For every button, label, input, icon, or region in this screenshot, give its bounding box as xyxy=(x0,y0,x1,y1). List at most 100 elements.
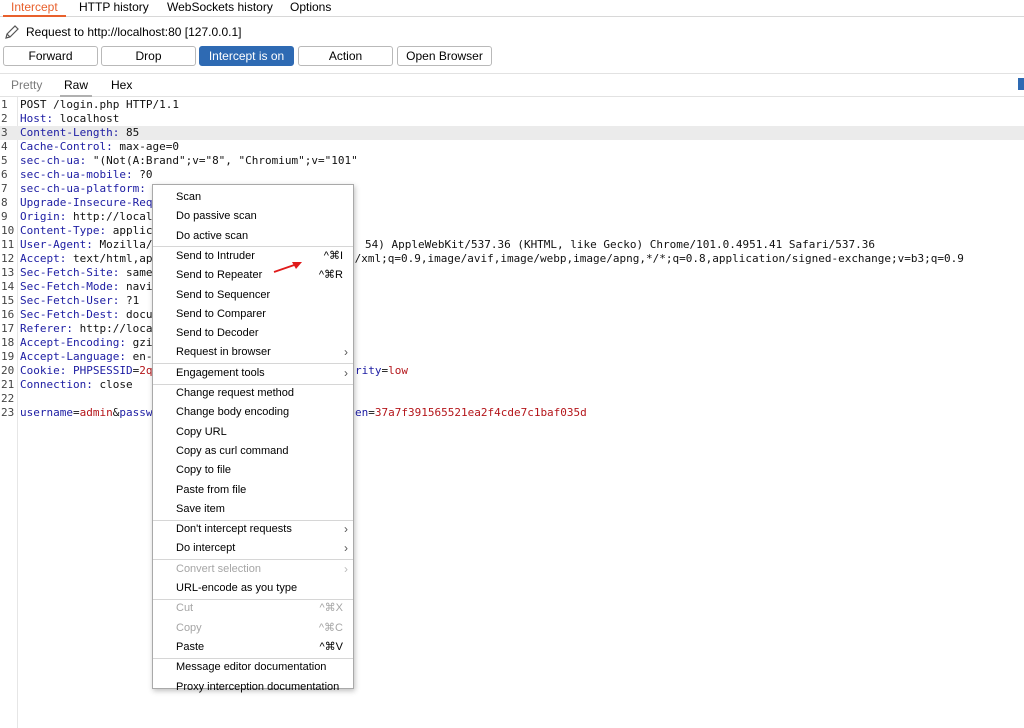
menu-item-change-body-encoding[interactable]: Change body encoding xyxy=(153,403,353,422)
header-name: Accept-Language: xyxy=(20,350,126,363)
menu-item-send-to-sequencer[interactable]: Send to Sequencer xyxy=(153,286,353,305)
header-value: http://loca xyxy=(72,322,153,335)
cookie-value: 2q xyxy=(139,364,153,377)
line-code: Content-Type: applic xyxy=(20,224,152,238)
tab-http-history[interactable]: HTTP history xyxy=(79,0,149,16)
menu-item-change-request-method[interactable]: Change request method xyxy=(153,384,353,403)
tab-hex[interactable]: Hex xyxy=(111,74,132,96)
request-line: 1 POST /login.php HTTP/1.1 xyxy=(0,98,1024,112)
header-name: Sec-Fetch-Dest: xyxy=(20,308,120,321)
menu-item-send-to-intruder[interactable]: Send to Intruder ^⌘I xyxy=(153,247,353,266)
menu-item-label: Do intercept xyxy=(176,542,236,555)
menu-item-request-in-browser[interactable]: Request in browser › xyxy=(153,343,353,362)
menu-item-label: Request in browser xyxy=(176,346,271,359)
header-name: sec-ch-ua: xyxy=(20,154,87,167)
body-equals: = xyxy=(368,406,375,419)
header-value: POST /login.php HTTP/1.1 xyxy=(20,98,179,111)
forward-button[interactable]: Forward xyxy=(3,46,98,66)
line-number: 8 xyxy=(1,196,8,209)
header-name: Referer: xyxy=(20,322,73,335)
menu-item-shortcut: ^⌘R xyxy=(318,269,343,282)
action-button[interactable]: Action xyxy=(298,46,393,66)
header-name: Accept: xyxy=(20,252,67,265)
menu-item-shortcut: ^⌘X xyxy=(319,602,344,615)
menu-item-save-item[interactable]: Save item xyxy=(153,500,353,519)
tab-options[interactable]: Options xyxy=(290,0,331,16)
header-value: same xyxy=(119,266,153,279)
menu-item-label: Change body encoding xyxy=(176,406,290,419)
menu-item-copy-as-curl-command[interactable]: Copy as curl command xyxy=(153,442,353,461)
menu-item-label: Do passive scan xyxy=(176,210,257,223)
line-number: 19 xyxy=(1,350,15,363)
menu-item-shortcut: ^⌘I xyxy=(323,249,343,262)
line-code: sec-ch-ua: "(Not(A:Brand";v="8", "Chromi… xyxy=(20,154,358,168)
menu-item-label: Send to Repeater xyxy=(176,269,263,282)
header-value: text/html,ap xyxy=(66,252,153,265)
menu-item-label: Copy as curl command xyxy=(176,444,289,457)
header-value: ?1 xyxy=(119,294,140,307)
header-name: Content-Type: xyxy=(20,224,107,237)
menu-item-label: Send to Decoder xyxy=(176,327,259,340)
pencil-icon xyxy=(5,25,19,39)
line-code: Cache-Control: max-age=0 xyxy=(20,140,179,154)
line-number: 16 xyxy=(1,308,15,321)
intercept-toggle-button[interactable]: Intercept is on xyxy=(199,46,294,66)
menu-item-paste-from-file[interactable]: Paste from file xyxy=(153,481,353,500)
header-value: 85 xyxy=(119,126,140,139)
menu-item-do-active-scan[interactable]: Do active scan xyxy=(153,227,353,246)
header-name: Cookie: xyxy=(20,364,67,377)
body-tail: en=37a7f391565521ea2f4cde7c1baf035d xyxy=(355,406,587,420)
menu-item-don-t-intercept-requests[interactable]: Don't intercept requests › xyxy=(153,520,353,539)
request-line: 6 sec-ch-ua-mobile: ?0 xyxy=(0,168,1024,182)
menu-item-do-passive-scan[interactable]: Do passive scan xyxy=(153,207,353,226)
tab-raw[interactable]: Raw xyxy=(59,74,93,97)
tab-intercept[interactable]: Intercept xyxy=(3,0,66,17)
menu-item-url-encode-as-you-type[interactable]: URL-encode as you type xyxy=(153,579,353,598)
body-param-name: username xyxy=(20,406,73,419)
body-equals: = xyxy=(72,406,80,419)
menu-item-send-to-comparer[interactable]: Send to Comparer xyxy=(153,305,353,324)
header-value: localhost xyxy=(53,112,120,125)
header-name: Sec-Fetch-Mode: xyxy=(20,280,120,293)
menu-item-copy-to-file[interactable]: Copy to file xyxy=(153,461,353,480)
line-number: 18 xyxy=(1,336,15,349)
menu-item-convert-selection: Convert selection › xyxy=(153,560,353,579)
cookie-name: rity xyxy=(355,364,382,377)
header-name: Cache-Control: xyxy=(20,140,113,153)
body-param-value: 37a7f391565521ea2f4cde7c1baf035d xyxy=(374,406,587,419)
line-code: Sec-Fetch-User: ?1 xyxy=(20,294,139,308)
menu-item-label: Copy URL xyxy=(176,425,227,438)
menu-item-label: Copy xyxy=(176,621,202,634)
drop-button[interactable]: Drop xyxy=(101,46,196,66)
menu-item-paste[interactable]: Paste ^⌘V xyxy=(153,638,353,657)
open-browser-button[interactable]: Open Browser xyxy=(397,46,492,66)
menu-item-label: Paste from file xyxy=(176,483,247,496)
header-value: docu xyxy=(119,308,153,321)
header-name: Connection: xyxy=(20,378,93,391)
line-code: sec-ch-ua-platform: xyxy=(20,182,146,196)
header-value: Mozilla/ xyxy=(92,238,153,251)
tab-pretty[interactable]: Pretty xyxy=(11,74,42,96)
menu-item-label: URL-encode as you type xyxy=(176,582,298,594)
line-number: 10 xyxy=(1,224,15,237)
menu-item-scan[interactable]: Scan xyxy=(153,188,353,207)
menu-item-engagement-tools[interactable]: Engagement tools › xyxy=(153,364,353,383)
menu-item-send-to-repeater[interactable]: Send to Repeater ^⌘R xyxy=(153,266,353,285)
inspector-toggle-icon[interactable] xyxy=(1018,78,1024,90)
menu-item-copy-url[interactable]: Copy URL xyxy=(153,423,353,442)
menu-item-label: Send to Intruder xyxy=(176,249,255,262)
menu-item-send-to-decoder[interactable]: Send to Decoder xyxy=(153,324,353,343)
tab-websockets-history[interactable]: WebSockets history xyxy=(167,0,273,16)
menu-item-label: Do active scan xyxy=(176,229,249,242)
request-line: 3 Content-Length: 85 xyxy=(0,126,1024,140)
chevron-right-icon: › xyxy=(344,365,348,380)
menu-item-do-intercept[interactable]: Do intercept › xyxy=(153,539,353,558)
line-number: 23 xyxy=(1,406,15,419)
header-value: max-age=0 xyxy=(112,140,179,153)
menu-item-proxy-interception-documentation[interactable]: Proxy interception documentation xyxy=(153,678,353,697)
request-line: 2 Host: localhost xyxy=(0,112,1024,126)
line-code: User-Agent: Mozilla/ xyxy=(20,238,152,252)
line-code: username=admin&passw xyxy=(20,406,152,420)
menu-item-cut: Cut ^⌘X xyxy=(153,599,353,618)
menu-item-message-editor-documentation[interactable]: Message editor documentation xyxy=(153,658,353,677)
